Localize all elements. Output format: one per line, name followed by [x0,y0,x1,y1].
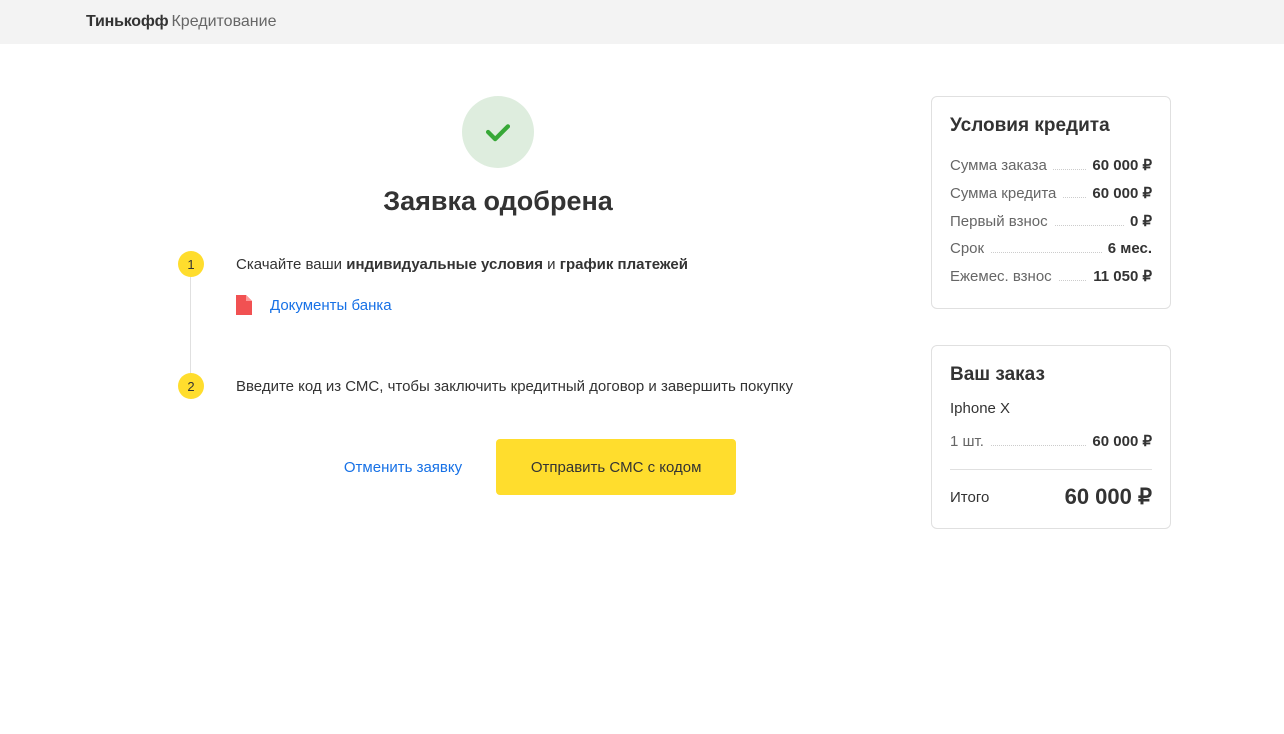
send-sms-button[interactable]: Отправить СМС с кодом [496,439,736,495]
header: Тинькофф Кредитование [0,0,1284,44]
documents-label: Документы банка [270,297,392,314]
brand-bold: Тинькофф [86,13,168,31]
order-total-row: Итого 60 000 ₽ [950,484,1152,510]
order-total-label: Итого [950,489,989,506]
order-total-value: 60 000 ₽ [1065,484,1152,510]
credit-row: Ежемес. взнос11 050 ₽ [950,262,1152,290]
step-connector [190,277,191,383]
step-2-marker: 2 [178,373,204,399]
step-2: 2 Введите код из СМС, чтобы заключить кр… [178,373,818,439]
order-item-name: Iphone X [950,400,1152,417]
brand-light: Кредитование [171,13,276,31]
step-1-marker: 1 [178,251,204,277]
order-qty-row: 1 шт.60 000 ₽ [950,427,1152,455]
step-1: 1 Скачайте ваши индивидуальные условия и… [178,251,818,373]
credit-row: Сумма заказа60 000 ₽ [950,151,1152,179]
file-icon [236,295,252,315]
step-1-text: Скачайте ваши индивидуальные условия и г… [236,254,818,275]
success-circle [462,96,534,168]
page-title: Заявка одобрена [113,186,883,217]
divider [950,469,1152,470]
credit-row: Первый взнос0 ₽ [950,207,1152,235]
main-content: Заявка одобрена 1 Скачайте ваши индивиду… [113,96,883,565]
credit-terms-title: Условия кредита [950,115,1152,137]
documents-link[interactable]: Документы банка [236,295,818,315]
actions: Отменить заявку Отправить СМС с кодом [236,439,818,495]
cancel-button[interactable]: Отменить заявку [318,439,488,495]
credit-terms-card: Условия кредита Сумма заказа60 000 ₽ Сум… [931,96,1171,309]
step-2-text: Введите код из СМС, чтобы заключить кред… [236,376,818,397]
credit-row: Срок6 мес. [950,235,1152,262]
credit-row: Сумма кредита60 000 ₽ [950,179,1152,207]
order-title: Ваш заказ [950,364,1152,386]
check-icon [481,115,515,149]
order-card: Ваш заказ Iphone X 1 шт.60 000 ₽ Итого 6… [931,345,1171,529]
